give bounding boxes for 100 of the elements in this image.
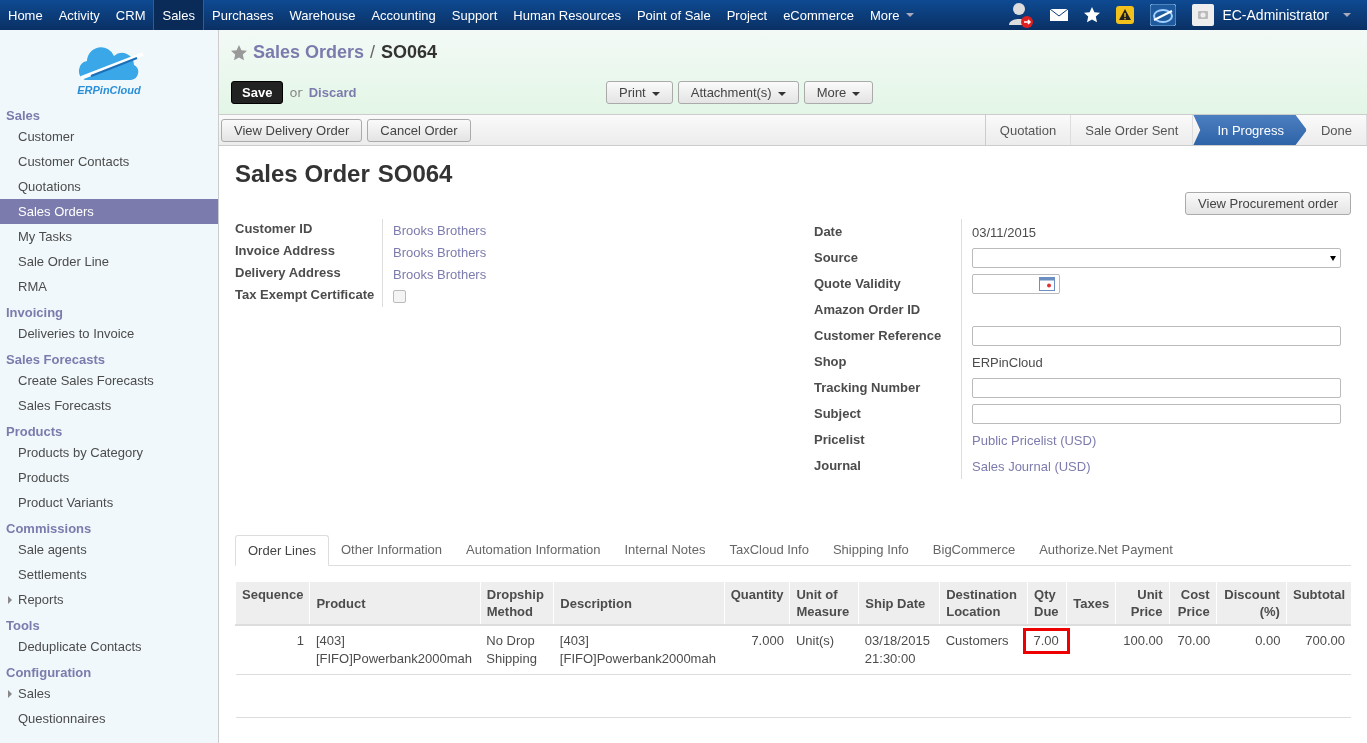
action-button[interactable]: Cancel Order [367, 118, 471, 142]
tab[interactable]: Shipping Info [820, 535, 921, 565]
sidebar-item[interactable]: RMA [0, 274, 218, 299]
tab[interactable]: Other Information [328, 535, 455, 565]
table-cell-text: Unit(s) [794, 632, 836, 650]
sidebar-item[interactable]: Settlements [0, 562, 218, 587]
menu-tab[interactable]: More [861, 0, 922, 30]
column-header[interactable]: Description [553, 582, 725, 625]
action-button[interactable]: View Delivery Order [221, 118, 363, 142]
cloud-logo-icon[interactable] [1150, 4, 1177, 26]
sidebar-item[interactable]: Products by Category [0, 440, 218, 465]
dropdown-button[interactable]: More [803, 81, 874, 104]
table-cell-text: 7.000 [750, 632, 785, 650]
input-field[interactable] [972, 326, 1341, 346]
status-step[interactable]: Quotation [985, 115, 1072, 145]
status-step[interactable]: In Progress [1193, 115, 1307, 145]
select-field[interactable] [972, 248, 1341, 268]
sidebar-item[interactable]: Customer Contacts [0, 149, 218, 174]
column-header[interactable]: Product [309, 582, 481, 625]
column-header[interactable]: Unit Price [1115, 582, 1170, 625]
user-icon[interactable] [1008, 1, 1035, 29]
field-label: Invoice Address [235, 241, 383, 263]
sidebar-item[interactable]: Customer [0, 124, 218, 149]
sidebar-item[interactable]: Sales Forecasts [0, 393, 218, 418]
section-heading: Sales [5, 107, 41, 124]
date-field[interactable] [972, 274, 1060, 294]
field-label: Delivery Address [235, 263, 383, 285]
dropdown-button[interactable]: Attachment(s) [677, 81, 799, 104]
menu-tab[interactable]: Purchases [204, 0, 282, 30]
warning-icon[interactable] [1116, 6, 1135, 24]
procurement-button[interactable]: View Procurement order [1185, 192, 1351, 215]
menu-tab[interactable]: eCommerce [775, 0, 862, 30]
sidebar-item[interactable]: Quotations [0, 174, 218, 199]
table-cell-text: Customers [944, 632, 1010, 650]
tab[interactable]: Authorize.Net Payment [1027, 535, 1185, 565]
breadcrumb-link[interactable]: Sales Orders [253, 42, 365, 63]
sidebar-item[interactable]: Sales [0, 681, 218, 706]
order-number: SO064 [377, 160, 453, 188]
menu-tab[interactable]: CRM [107, 0, 154, 30]
calendar-icon[interactable] [1039, 277, 1055, 291]
logo-text: ERPinCloud [77, 84, 141, 96]
column-header[interactable]: Ship Date [858, 582, 940, 625]
mail-icon[interactable] [1050, 9, 1069, 21]
save-button[interactable]: Save [231, 81, 284, 104]
column-header[interactable]: Cost Price [1169, 582, 1217, 625]
sidebar-item[interactable]: Sale agents [0, 537, 218, 562]
star-icon[interactable] [231, 44, 247, 61]
sidebar-item[interactable]: My Tasks [0, 224, 218, 249]
menu-tab[interactable]: Point of Sale [628, 0, 719, 30]
field-link[interactable]: Brooks Brothers [393, 244, 487, 260]
field-link[interactable]: Brooks Brothers [393, 222, 487, 238]
discard-link[interactable]: Discard [308, 85, 357, 100]
column-header[interactable]: Quantity [724, 582, 790, 625]
tab[interactable]: Internal Notes [612, 535, 718, 565]
input-field[interactable] [972, 378, 1341, 398]
menu-tab[interactable]: Human Resources [505, 0, 629, 30]
sidebar-item[interactable]: Deduplicate Contacts [0, 634, 218, 659]
form-title: Sales Order [235, 160, 370, 188]
column-header[interactable]: Subtotal [1286, 582, 1351, 625]
menu-tab[interactable]: Sales [153, 0, 204, 30]
tab[interactable]: BigCommerce [920, 535, 1028, 565]
menu-tab[interactable]: Project [718, 0, 776, 30]
column-header[interactable]: Qty Due [1027, 582, 1067, 625]
sidebar-item[interactable]: Products [0, 465, 218, 490]
table-cell: 7.00 [1022, 628, 1070, 654]
field-link[interactable]: Public Pricelist (USD) [972, 432, 1097, 448]
input-field[interactable] [972, 404, 1341, 424]
menu-tab[interactable]: Activity [50, 0, 108, 30]
tab[interactable]: Order Lines [235, 535, 329, 566]
checkbox[interactable] [393, 289, 406, 303]
sidebar-item[interactable]: Reports [0, 587, 218, 612]
sidebar-item[interactable]: Sales Orders [0, 199, 218, 224]
column-header[interactable]: Unit of Measure [789, 582, 859, 625]
field-link[interactable]: Sales Journal (USD) [972, 458, 1091, 474]
section-heading: Invoicing [5, 304, 65, 321]
sidebar-item[interactable]: Questionnaires [0, 706, 218, 731]
field-label: Source [814, 245, 962, 271]
column-header[interactable]: Taxes [1066, 582, 1116, 625]
column-header[interactable]: Destination Location [939, 582, 1028, 625]
field-link[interactable]: Brooks Brothers [393, 266, 487, 282]
user-menu[interactable]: EC-Administrator [1192, 4, 1351, 26]
menu-tab[interactable]: Accounting [363, 0, 444, 30]
tab[interactable]: TaxCloud Info [717, 535, 821, 565]
column-header[interactable]: Discount (%) [1216, 582, 1287, 625]
menu-tab[interactable]: Support [443, 0, 506, 30]
sidebar-item[interactable]: Deliveries to Invoice [0, 321, 218, 346]
column-header[interactable]: Dropship Method [480, 582, 554, 625]
star-icon[interactable] [1084, 7, 1101, 23]
menu-tab[interactable]: Home [0, 0, 51, 30]
dropdown-button[interactable]: Print [606, 81, 673, 104]
column-header[interactable]: Sequence [235, 582, 310, 625]
status-step[interactable]: Done [1306, 115, 1367, 145]
field-label: Date [814, 219, 962, 245]
sidebar-item[interactable]: Sale Order Line [0, 249, 218, 274]
sidebar-item[interactable]: Create Sales Forecasts [0, 368, 218, 393]
section-heading: Products [5, 423, 64, 440]
tab[interactable]: Automation Information [454, 535, 613, 565]
status-step[interactable]: Sale Order Sent [1071, 115, 1194, 145]
sidebar-item[interactable]: Product Variants [0, 490, 218, 515]
menu-tab[interactable]: Warehouse [281, 0, 364, 30]
